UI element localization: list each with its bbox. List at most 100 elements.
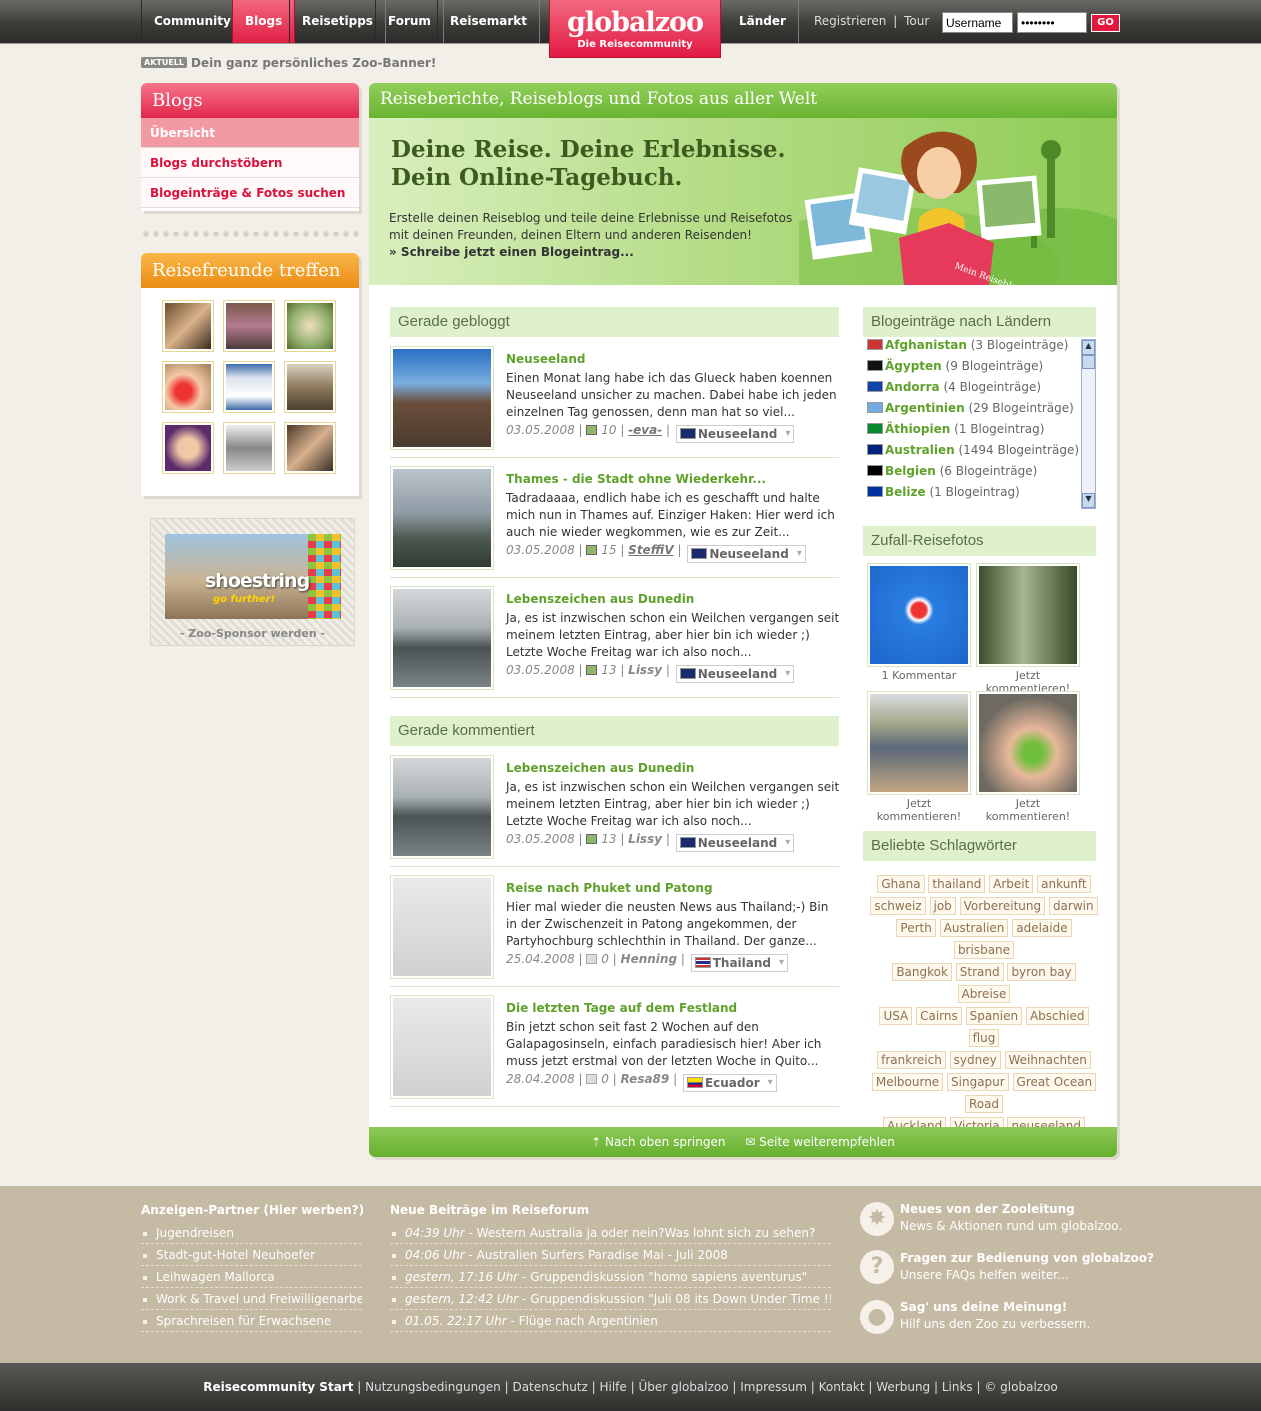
country-name[interactable]: Argentinien [885, 401, 965, 415]
menu-blogs-durchstoebern[interactable]: Blogs durchstöbern [141, 148, 359, 178]
register-link[interactable]: Registrieren [814, 14, 886, 28]
tag-link[interactable]: Vorbereitung [959, 897, 1046, 915]
menu-blogeintraege-suchen[interactable]: Blogeinträge & Fotos suchen [141, 178, 359, 208]
tag-link[interactable]: Spanien [965, 1007, 1023, 1025]
country-name[interactable]: Andorra [885, 380, 940, 394]
tag-link[interactable]: Strand [955, 963, 1004, 981]
menu-uebersicht[interactable]: Übersicht [141, 118, 359, 148]
country-row[interactable]: Ägypten (9 Blogeinträge) [863, 359, 1096, 380]
nav-reisetipps[interactable]: Reisetipps [289, 0, 386, 43]
tag-link[interactable]: Cairns [916, 1007, 962, 1025]
entry-image[interactable] [390, 586, 494, 690]
entry-image[interactable] [390, 346, 494, 450]
footer-link[interactable]: Links [942, 1380, 973, 1394]
tag-link[interactable]: Great Ocean [1012, 1073, 1097, 1091]
tag-link[interactable]: job [929, 897, 956, 915]
entry-user[interactable]: -eva- [628, 423, 662, 437]
friend-photo[interactable] [284, 422, 336, 474]
country-row[interactable]: Afghanistan (3 Blogeinträge) [863, 338, 1096, 359]
friend-photo[interactable] [162, 422, 214, 474]
partner-link[interactable]: Leihwagen Mallorca [141, 1266, 362, 1288]
tag-link[interactable]: flug [968, 1029, 1000, 1047]
scroll-thumb[interactable] [1082, 355, 1095, 369]
entry-title[interactable]: Die letzten Tage auf dem Festland [506, 1001, 737, 1015]
friend-photo[interactable] [162, 300, 214, 352]
tag-link[interactable]: adelaide [1012, 919, 1072, 937]
username-input[interactable] [942, 12, 1013, 33]
footer-link[interactable]: Datenschutz [512, 1380, 587, 1394]
country-select[interactable]: Neuseeland [675, 665, 795, 683]
friend-photo[interactable] [284, 300, 336, 352]
country-select[interactable]: Thailand [690, 954, 789, 972]
footer-link[interactable]: Werbung [876, 1380, 930, 1394]
forum-post-link[interactable]: gestern, 17:16 Uhr - Gruppendiskussion "… [390, 1266, 831, 1288]
tag-link[interactable]: Road [964, 1095, 1004, 1113]
tag-link[interactable]: Bangkok [892, 963, 952, 981]
entry-user[interactable]: SteffiV [628, 543, 673, 557]
nav-reisemarkt[interactable]: Reisemarkt [437, 0, 541, 43]
country-row[interactable]: Belize (1 Blogeintrag) [863, 485, 1096, 506]
feedback-info[interactable]: Sag' uns deine Meinung! Hilf uns den Zoo … [900, 1299, 1090, 1333]
random-photo[interactable] [976, 563, 1080, 667]
country-name[interactable]: Belgien [885, 464, 936, 478]
country-row[interactable]: Belgien (6 Blogeinträge) [863, 464, 1096, 485]
partner-link[interactable]: Work & Travel und Freiwilligenarbeit [141, 1288, 362, 1310]
tag-link[interactable]: darwin [1048, 897, 1098, 915]
partner-link[interactable]: Sprachreisen für Erwachsene [141, 1310, 362, 1332]
password-input[interactable] [1017, 12, 1087, 33]
photo-caption[interactable]: Jetzt kommentieren! [867, 797, 971, 823]
country-row[interactable]: Australien (1494 Blogeinträge) [863, 443, 1096, 464]
nav-laender[interactable]: Länder [727, 0, 799, 43]
random-photo[interactable] [976, 691, 1080, 795]
country-name[interactable]: Äthiopien [885, 422, 950, 436]
shoestring-ad[interactable]: shoestring go further! [165, 534, 341, 619]
footer-link[interactable]: Hilfe [599, 1380, 626, 1394]
tag-link[interactable]: byron bay [1007, 963, 1076, 981]
globalzoo-logo[interactable]: globalzoo Die Reisecommunity [549, 0, 721, 58]
forum-post-link[interactable]: 04:06 Uhr - Australien Surfers Paradise … [390, 1244, 831, 1266]
footer-link[interactable]: Nutzungsbedingungen [365, 1380, 501, 1394]
aktuell-link[interactable]: Dein ganz persönliches Zoo-Banner! [191, 56, 436, 70]
scroll-down-arrow-icon[interactable]: ▼ [1082, 493, 1095, 508]
scroll-to-top-link[interactable]: ⇡ Nach oben springen [591, 1135, 725, 1149]
laender-scrollbar[interactable]: ▲ ▼ [1081, 339, 1096, 509]
footer-link[interactable]: Impressum [740, 1380, 807, 1394]
entry-image-placeholder[interactable] [390, 875, 494, 979]
forum-post-link[interactable]: 01.05. 22:17 Uhr - Flüge nach Argentinie… [390, 1310, 831, 1332]
tag-link[interactable]: Ghana [877, 875, 925, 893]
nav-forum[interactable]: Forum [375, 0, 444, 43]
friend-photo[interactable] [223, 422, 275, 474]
zooleitung-news[interactable]: Neues von der Zooleitung News & Aktionen … [900, 1201, 1122, 1235]
forum-post-link[interactable]: gestern, 12:42 Uhr - Gruppendiskussion "… [390, 1288, 831, 1310]
footer-link[interactable]: Kontakt [819, 1380, 865, 1394]
faq-info[interactable]: Fragen zur Bedienung von globalzoo? Unser… [900, 1250, 1154, 1284]
entry-image-placeholder[interactable] [390, 995, 494, 1099]
write-blog-link[interactable]: » Schreibe jetzt einen Blogeintrag... [389, 245, 634, 259]
tag-link[interactable]: brisbane [953, 941, 1015, 959]
country-row[interactable]: Andorra (4 Blogeinträge) [863, 380, 1096, 401]
friend-photo[interactable] [162, 361, 214, 413]
tag-link[interactable]: Australien [939, 919, 1009, 937]
reisecommunity-start-link[interactable]: Reisecommunity Start [203, 1380, 353, 1394]
entry-user[interactable]: Resa89 [621, 1072, 670, 1086]
recommend-page-link[interactable]: ✉ Seite weiterempfehlen [745, 1135, 895, 1149]
friend-photo[interactable] [223, 300, 275, 352]
entry-title[interactable]: Neuseeland [506, 352, 586, 366]
tag-link[interactable]: Singapur [947, 1073, 1009, 1091]
country-select[interactable]: Neuseeland [675, 834, 795, 852]
country-select[interactable]: Ecuador [682, 1074, 777, 1092]
entry-title[interactable]: Lebenszeichen aus Dunedin [506, 761, 694, 775]
zoo-sponsor-link[interactable]: - Zoo-Sponsor werden - [151, 627, 354, 640]
forum-post-link[interactable]: 04:39 Uhr - Western Australia ja oder ne… [390, 1222, 831, 1244]
tag-link[interactable]: Perth [896, 919, 936, 937]
footer-link[interactable]: Über globalzoo [638, 1380, 728, 1394]
random-photo[interactable] [867, 691, 971, 795]
entry-image[interactable] [390, 466, 494, 570]
entry-title[interactable]: Reise nach Phuket und Patong [506, 881, 713, 895]
tag-link[interactable]: ankunft [1037, 875, 1091, 893]
country-row[interactable]: Äthiopien (1 Blogeintrag) [863, 422, 1096, 443]
tag-link[interactable]: thailand [928, 875, 986, 893]
login-go-button[interactable]: GO [1091, 14, 1120, 32]
tour-link[interactable]: Tour [904, 14, 929, 28]
entry-image[interactable] [390, 755, 494, 859]
